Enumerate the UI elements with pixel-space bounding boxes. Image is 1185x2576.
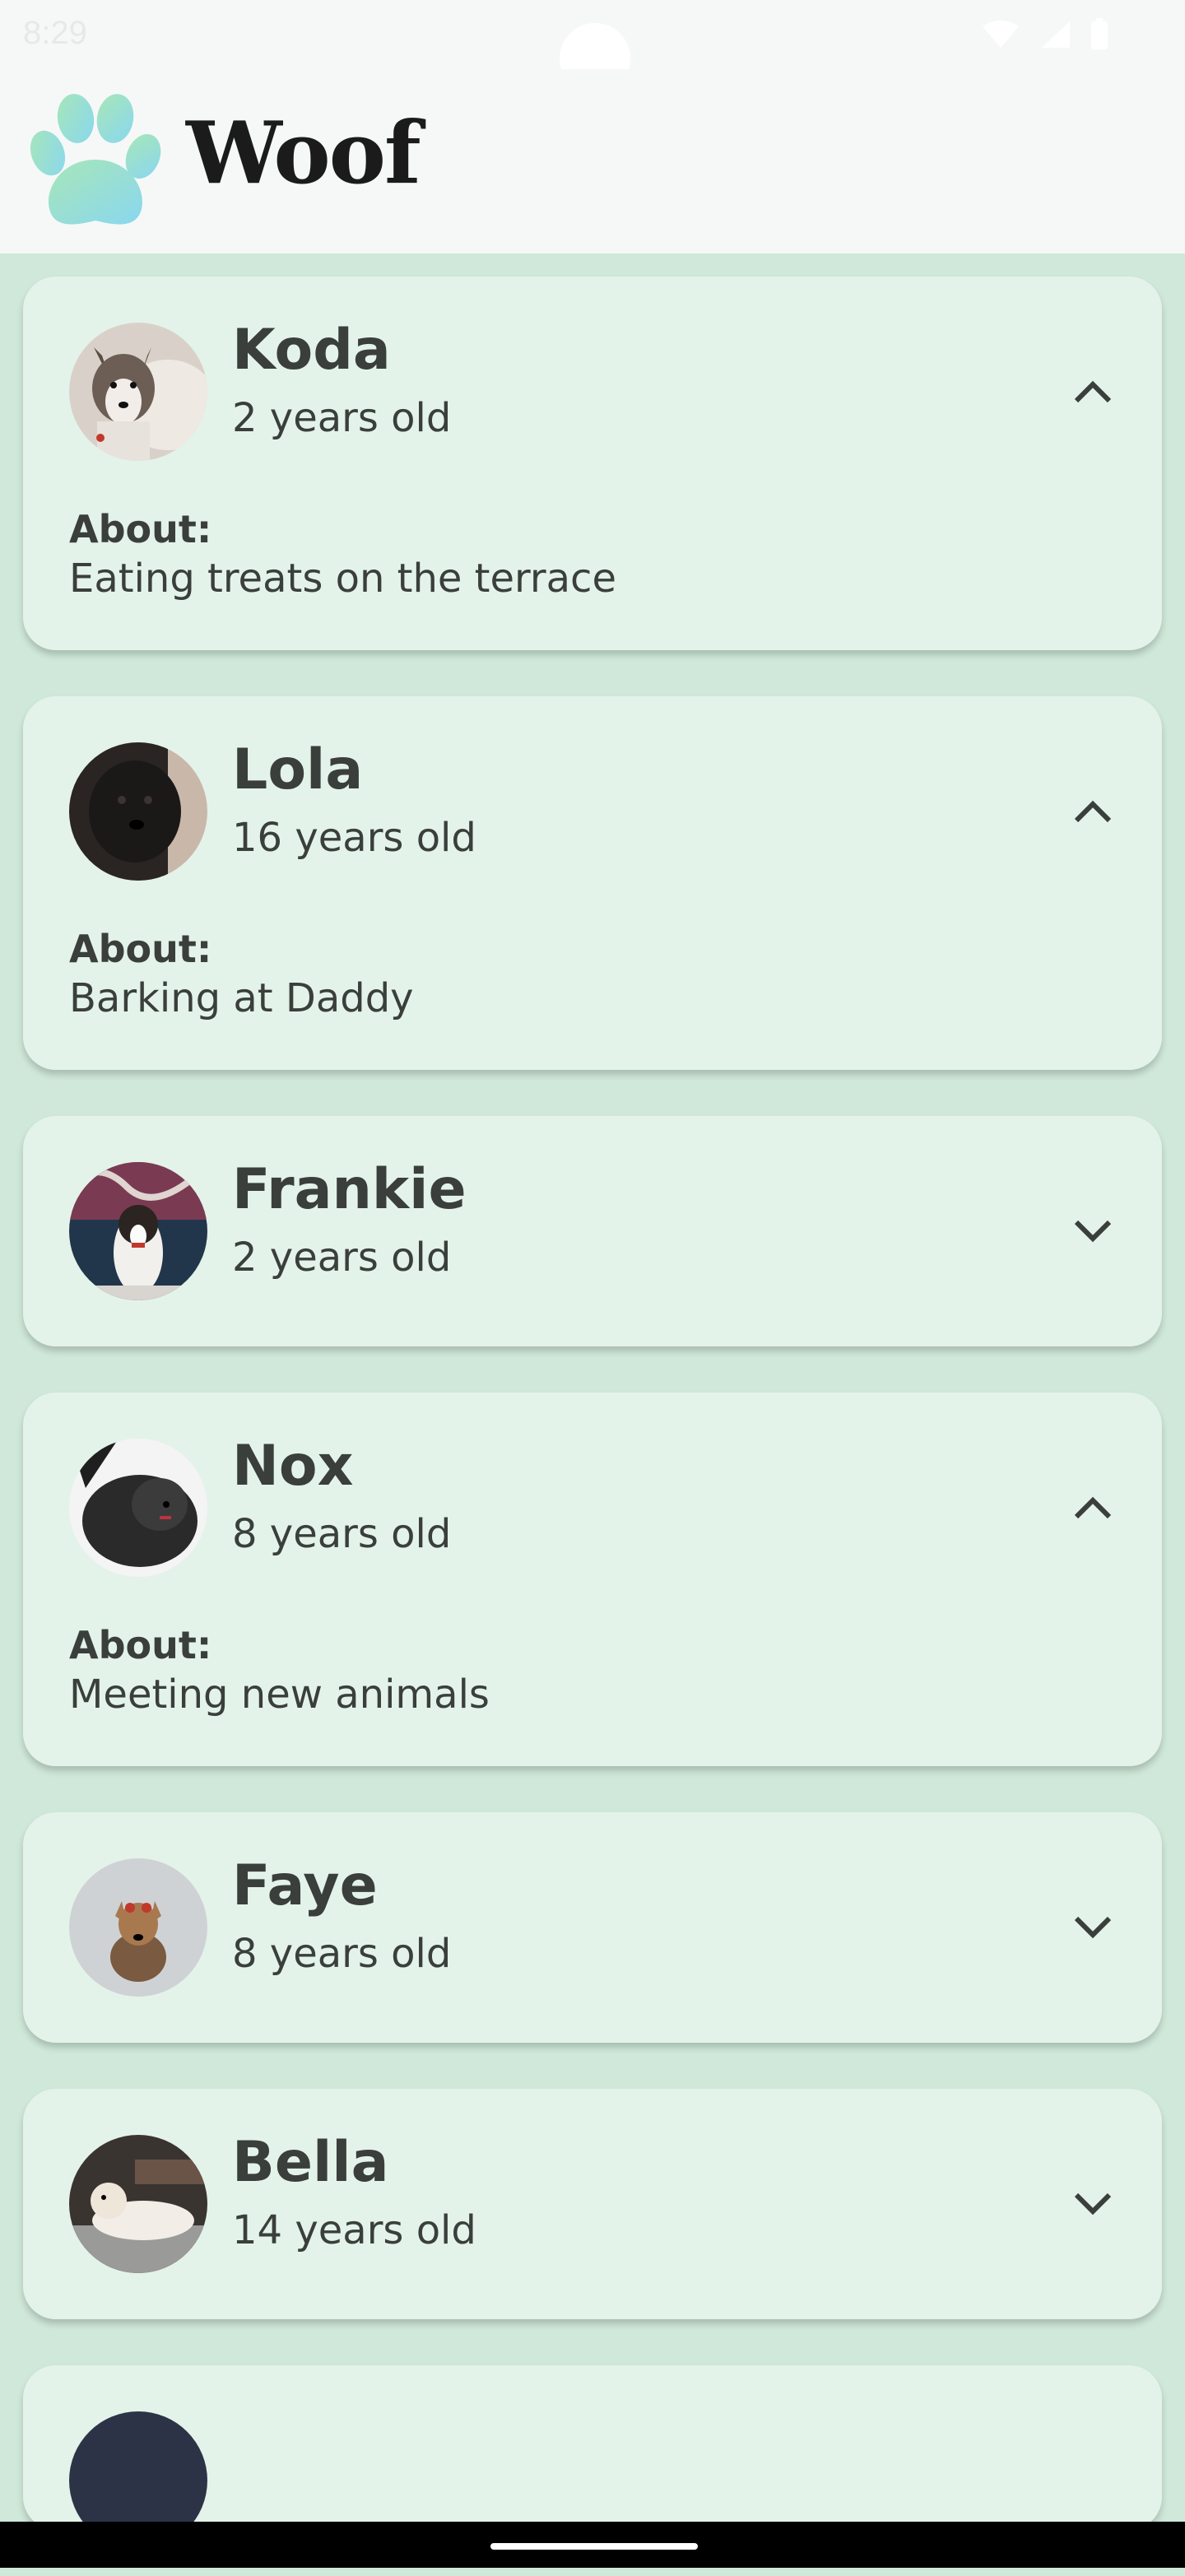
wifi-icon bbox=[983, 21, 1019, 48]
chevron-down-icon bbox=[1074, 2192, 1112, 2216]
chevron-down-icon bbox=[1074, 1220, 1112, 1243]
about-text: Meeting new animals bbox=[69, 1672, 490, 1718]
about-section: About: Meeting new animals bbox=[23, 1577, 1162, 1766]
app-title: Woof bbox=[186, 102, 421, 203]
paw-icon bbox=[30, 94, 161, 225]
collapse-button[interactable] bbox=[1043, 342, 1142, 441]
dog-avatar bbox=[69, 742, 207, 881]
home-gesture-handle[interactable] bbox=[490, 2543, 698, 2550]
expand-button[interactable] bbox=[1043, 2155, 1142, 2253]
chevron-up-icon bbox=[1074, 800, 1112, 823]
dog-list[interactable]: Koda 2 years old About: Eating treats on… bbox=[23, 277, 1162, 2576]
dog-age: 14 years old bbox=[232, 2206, 476, 2253]
dog-name: Bella bbox=[232, 2129, 389, 2195]
dog-avatar bbox=[69, 2134, 207, 2273]
status-time: 8:29 bbox=[23, 15, 87, 51]
dog-age: 2 years old bbox=[232, 395, 452, 441]
about-text: Eating treats on the terrace bbox=[69, 556, 616, 602]
app-bar: Woof bbox=[0, 69, 1185, 253]
battery-icon bbox=[1091, 18, 1108, 49]
about-label: About: bbox=[69, 507, 212, 551]
chevron-down-icon bbox=[1074, 1916, 1112, 1939]
dog-card[interactable]: Frankie 2 years old bbox=[23, 1115, 1162, 1346]
dog-card[interactable]: Nox 8 years old About: Meeting new anima… bbox=[23, 1392, 1162, 1766]
dog-card[interactable]: Lola 16 years old About: Barking at Dadd… bbox=[23, 695, 1162, 1070]
dog-age: 8 years old bbox=[232, 1510, 452, 1557]
dog-avatar bbox=[69, 1858, 207, 1997]
dog-name: Koda bbox=[232, 318, 391, 383]
expand-button[interactable] bbox=[1043, 1878, 1142, 1977]
dog-card[interactable]: Koda 2 years old About: Eating treats on… bbox=[23, 277, 1162, 650]
about-label: About: bbox=[69, 926, 212, 971]
dog-card[interactable]: Bella 14 years old bbox=[23, 2088, 1162, 2319]
dog-name: Lola bbox=[232, 737, 364, 802]
about-section: About: Eating treats on the terrace bbox=[23, 461, 1162, 650]
dog-card[interactable] bbox=[23, 2364, 1162, 2550]
status-icons bbox=[981, 18, 1109, 51]
dog-card[interactable]: Faye 8 years old bbox=[23, 1811, 1162, 2043]
expand-button[interactable] bbox=[1043, 1182, 1142, 1281]
collapse-button[interactable] bbox=[1043, 762, 1142, 861]
chevron-up-icon bbox=[1074, 1496, 1112, 1519]
navigation-bar bbox=[0, 2522, 1185, 2568]
dog-age: 8 years old bbox=[232, 1930, 452, 1977]
dog-avatar bbox=[69, 1161, 207, 1300]
about-label: About: bbox=[69, 1622, 212, 1667]
dog-avatar bbox=[69, 323, 207, 461]
dog-name: Frankie bbox=[232, 1156, 467, 1222]
chevron-up-icon bbox=[1074, 380, 1112, 403]
about-text: Barking at Daddy bbox=[69, 975, 414, 1022]
status-bar: 8:29 bbox=[0, 0, 1185, 94]
dog-age: 2 years old bbox=[232, 1234, 452, 1281]
signal-icon bbox=[1042, 21, 1070, 48]
dog-avatar bbox=[69, 1438, 207, 1577]
dog-age: 16 years old bbox=[232, 814, 476, 861]
dog-name: Faye bbox=[232, 1853, 378, 1918]
about-section: About: Barking at Daddy bbox=[23, 881, 1162, 1070]
dog-name: Nox bbox=[232, 1433, 354, 1499]
collapse-button[interactable] bbox=[1043, 1458, 1142, 1557]
